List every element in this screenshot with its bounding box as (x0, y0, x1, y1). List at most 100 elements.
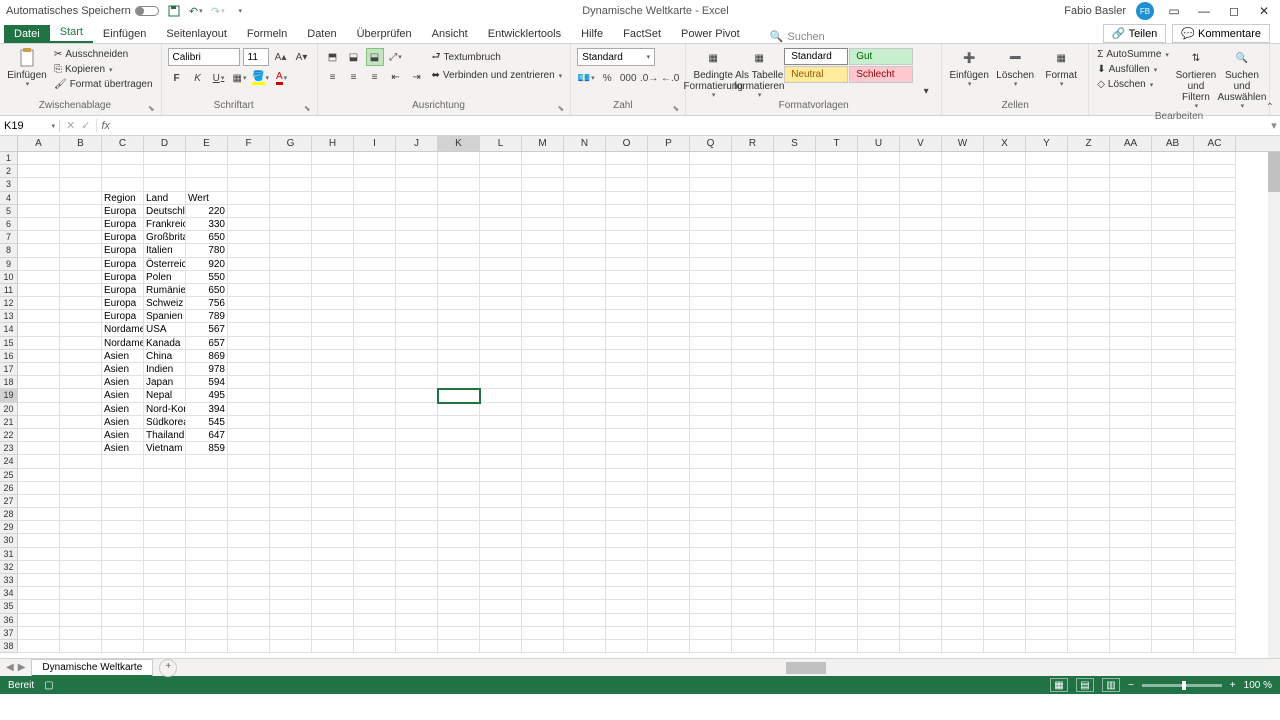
cell[interactable] (144, 165, 186, 178)
cell[interactable] (606, 495, 648, 508)
cell[interactable]: Region (102, 192, 144, 205)
cell[interactable] (1152, 614, 1194, 627)
cell[interactable] (648, 165, 690, 178)
cell[interactable]: Europa (102, 284, 144, 297)
cell[interactable] (522, 363, 564, 376)
cell[interactable] (900, 416, 942, 429)
cell[interactable] (438, 271, 480, 284)
cell[interactable] (1152, 482, 1194, 495)
cell[interactable] (144, 178, 186, 191)
cell[interactable] (942, 614, 984, 627)
cell[interactable] (480, 205, 522, 218)
cell[interactable] (438, 152, 480, 165)
cell[interactable] (774, 640, 816, 653)
cell[interactable] (1026, 218, 1068, 231)
cell[interactable] (774, 495, 816, 508)
cell[interactable] (186, 534, 228, 547)
cell[interactable] (438, 310, 480, 323)
align-middle-icon[interactable]: ⬓ (345, 48, 363, 66)
align-bottom-icon[interactable]: ⬓ (366, 48, 384, 66)
cell[interactable] (312, 403, 354, 416)
cell[interactable] (1152, 495, 1194, 508)
cell[interactable] (438, 350, 480, 363)
cell[interactable] (648, 482, 690, 495)
cell[interactable] (522, 323, 564, 336)
row-header-31[interactable]: 31 (0, 548, 18, 561)
cell[interactable] (102, 455, 144, 468)
cell[interactable] (942, 482, 984, 495)
cell[interactable] (354, 416, 396, 429)
cell[interactable] (396, 271, 438, 284)
cell[interactable] (396, 363, 438, 376)
cell[interactable]: China (144, 350, 186, 363)
cell[interactable] (774, 521, 816, 534)
cell[interactable] (522, 258, 564, 271)
cell[interactable] (690, 442, 732, 455)
cell[interactable] (1194, 231, 1236, 244)
cell[interactable] (564, 403, 606, 416)
cell[interactable] (606, 376, 648, 389)
cell[interactable] (312, 614, 354, 627)
cell[interactable] (18, 482, 60, 495)
cell[interactable] (816, 455, 858, 468)
cell[interactable] (900, 271, 942, 284)
cell[interactable] (564, 548, 606, 561)
cell[interactable] (1026, 244, 1068, 257)
cell[interactable] (774, 363, 816, 376)
cell[interactable] (1110, 416, 1152, 429)
cell[interactable] (312, 363, 354, 376)
cell[interactable] (522, 244, 564, 257)
cell[interactable]: 567 (186, 323, 228, 336)
cell[interactable] (858, 508, 900, 521)
cell[interactable] (312, 521, 354, 534)
cell[interactable] (228, 258, 270, 271)
cell[interactable] (564, 561, 606, 574)
cell[interactable] (900, 521, 942, 534)
zoom-out-icon[interactable]: − (1128, 680, 1134, 691)
cell-style-neutral[interactable]: Neutral (784, 66, 848, 83)
share-button[interactable]: 🔗Teilen (1103, 24, 1166, 43)
cell[interactable] (186, 469, 228, 482)
col-header-T[interactable]: T (816, 136, 858, 151)
cell[interactable] (648, 231, 690, 244)
cell[interactable] (774, 403, 816, 416)
cell[interactable] (1194, 469, 1236, 482)
cell[interactable] (312, 534, 354, 547)
cell[interactable] (312, 192, 354, 205)
cell[interactable] (816, 178, 858, 191)
enter-formula-icon[interactable]: ✓ (81, 119, 90, 132)
cell[interactable] (396, 640, 438, 653)
cell[interactable] (942, 403, 984, 416)
fill-color-button[interactable]: 🪣▾ (252, 69, 270, 87)
cell[interactable] (564, 534, 606, 547)
cell[interactable] (1026, 192, 1068, 205)
cell[interactable] (1194, 521, 1236, 534)
cell[interactable]: Südkorea (144, 416, 186, 429)
cell[interactable] (60, 323, 102, 336)
bold-button[interactable]: F (168, 69, 186, 87)
cell[interactable] (816, 205, 858, 218)
cell[interactable] (1152, 429, 1194, 442)
cell[interactable] (312, 508, 354, 521)
cell[interactable] (396, 561, 438, 574)
cell[interactable] (858, 337, 900, 350)
cell[interactable] (1194, 416, 1236, 429)
cell[interactable] (774, 508, 816, 521)
cell[interactable] (1194, 429, 1236, 442)
cell[interactable]: Großbritannien (144, 231, 186, 244)
cell[interactable] (858, 614, 900, 627)
cell[interactable] (60, 350, 102, 363)
row-header-6[interactable]: 6 (0, 218, 18, 231)
align-left-icon[interactable]: ≡ (324, 68, 342, 86)
cell[interactable] (690, 337, 732, 350)
cell[interactable] (354, 587, 396, 600)
cell[interactable] (228, 323, 270, 336)
cell[interactable] (732, 548, 774, 561)
cell[interactable] (1068, 521, 1110, 534)
cell[interactable] (816, 192, 858, 205)
cell[interactable] (312, 640, 354, 653)
cell[interactable] (354, 310, 396, 323)
cell[interactable] (900, 442, 942, 455)
cell[interactable] (312, 337, 354, 350)
cell[interactable] (186, 482, 228, 495)
